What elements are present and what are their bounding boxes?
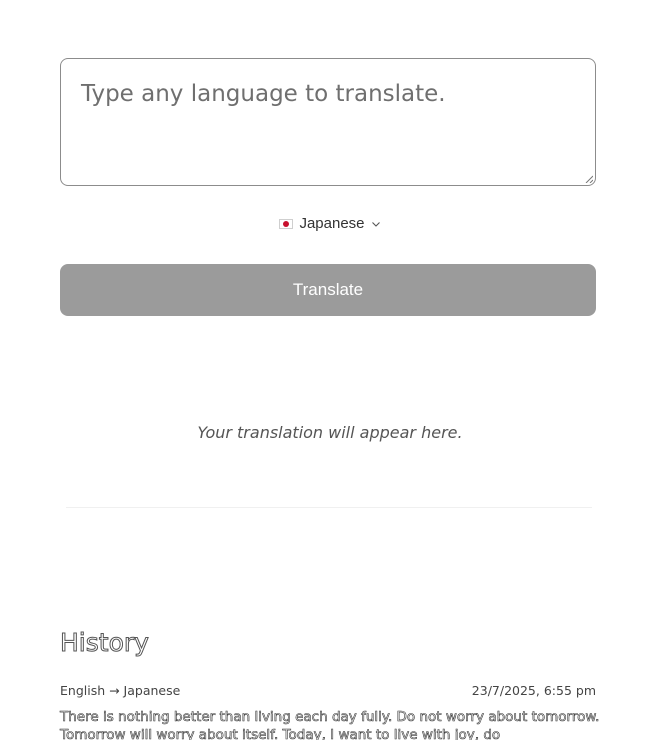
history-item-text[interactable]: There is nothing better than living each… xyxy=(60,708,600,740)
source-text-input[interactable] xyxy=(60,58,596,186)
language-dropdown[interactable]: Japanese xyxy=(279,215,380,232)
history-item-meta: English → Japanese 23/7/2025, 6:55 pm xyxy=(60,683,596,698)
history-item-direction: English → Japanese xyxy=(60,683,181,698)
translator-page: Japanese Translate Your translation will… xyxy=(0,0,660,740)
translation-placeholder-text: Your translation will appear here. xyxy=(197,423,463,442)
selected-language-label: Japanese xyxy=(299,215,365,232)
translate-button[interactable]: Translate xyxy=(60,264,596,316)
history-item-timestamp: 23/7/2025, 6:55 pm xyxy=(471,683,596,698)
history-heading: History xyxy=(60,628,150,658)
chevron-down-icon xyxy=(371,221,380,227)
target-language-selector: Japanese xyxy=(0,215,660,233)
resize-handle-icon[interactable] xyxy=(585,175,593,183)
japan-flag-icon xyxy=(279,218,294,229)
